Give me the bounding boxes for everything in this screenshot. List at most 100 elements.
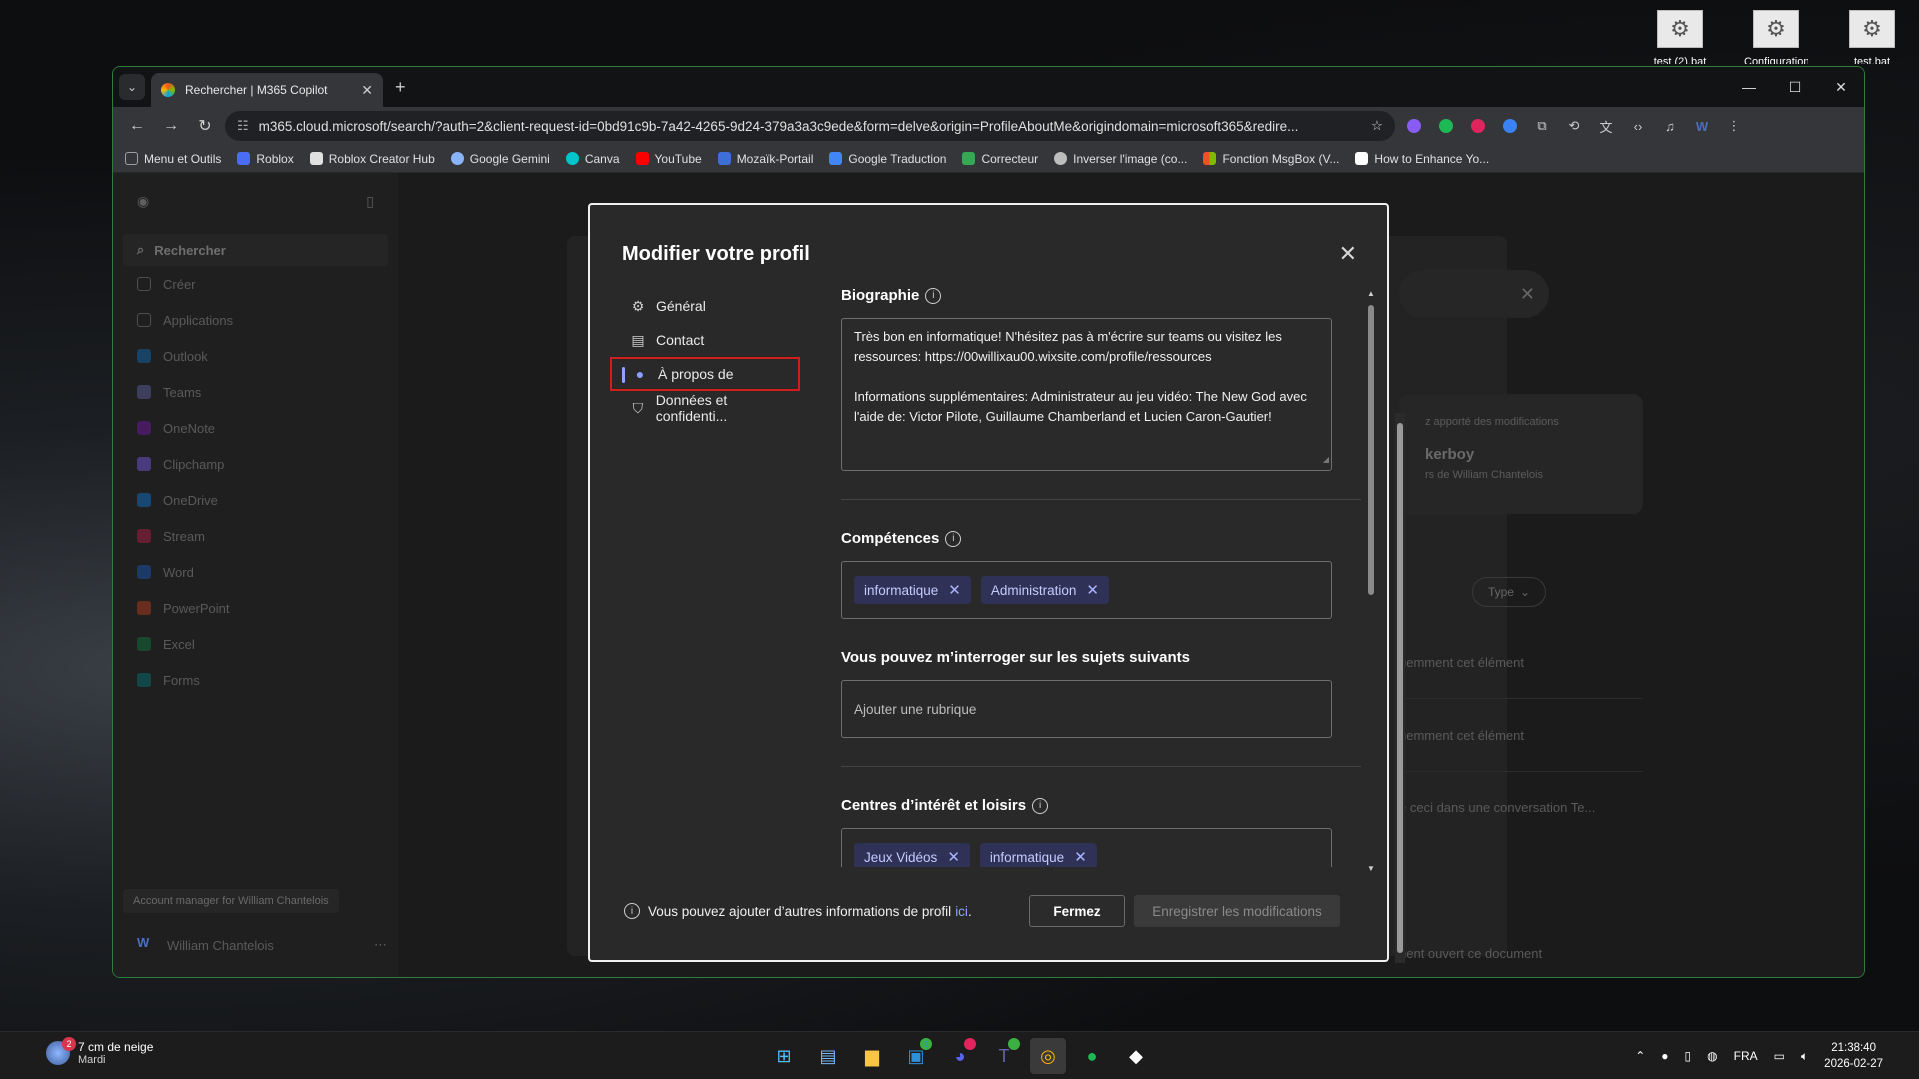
clock[interactable]: 21:38:40 2026-02-27 [1824,1040,1883,1072]
sidebar-header: ◉ ▯ [123,187,388,216]
roblox-icon[interactable]: ◆ [1118,1038,1154,1074]
topics-input[interactable]: Ajouter une rubrique [841,680,1332,738]
discord-icon[interactable]: ◕ [942,1038,978,1074]
scroll-up-icon[interactable]: ▲ [1367,289,1375,298]
interests-input[interactable]: Jeux Vidéos ✕ informatique ✕ [841,828,1332,867]
bookmark-star-icon[interactable]: ☆ [1371,118,1383,134]
skills-input[interactable]: informatique ✕ Administration ✕ [841,561,1332,619]
site-info-icon[interactable]: ☷ [237,118,249,134]
remove-tag-icon[interactable]: ✕ [1086,581,1099,599]
chrome-icon[interactable]: ◎ [1030,1038,1066,1074]
nav-general[interactable]: ⚙ Général [610,289,800,323]
reload-button[interactable]: ↻ [191,112,219,140]
tab-search-button[interactable]: ⌄ [119,74,145,100]
sidebar-item-forms[interactable]: Forms [123,662,388,698]
sidebar-item-word[interactable]: Word [123,554,388,590]
sidebar-item-onedrive[interactable]: OneDrive [123,482,388,518]
sidebar-item-search[interactable]: ⌕ Rechercher [123,234,388,266]
save-changes-button[interactable]: Enregistrer les modifications [1134,895,1340,927]
info-icon[interactable]: i [1032,797,1049,814]
desktop-icon-test-bat[interactable]: ⚙ test.bat [1840,10,1904,64]
biography-textarea[interactable]: Très bon en informatique! N'hésitez pas … [841,318,1332,471]
sidebar-item-clipchamp[interactable]: Clipchamp [123,446,388,482]
sidebar-item-onenote[interactable]: OneNote [123,410,388,446]
chevron-up-icon[interactable]: ⌃ [1635,1049,1645,1063]
bookmark-item[interactable]: Google Traduction [829,152,946,166]
address-bar[interactable]: ☷ m365.cloud.microsoft/search/?auth=2&cl… [225,111,1395,141]
more-info-link[interactable]: ici [955,904,968,919]
usb-icon[interactable]: ▯ [1685,1049,1692,1063]
sidebar-item-powerpoint[interactable]: PowerPoint [123,590,388,626]
extension-icon[interactable] [1401,113,1427,139]
bookmark-item[interactable]: Fonction MsgBox (V... [1203,152,1339,166]
new-tab-button[interactable]: + [395,77,406,98]
sidebar-item-excel[interactable]: Excel [123,626,388,662]
devtools-icon[interactable]: ‹› [1625,113,1651,139]
scrollbar-thumb[interactable] [1397,423,1403,953]
sidebar-item-apps[interactable]: Applications [123,302,388,338]
bookmark-item[interactable]: Google Gemini [450,152,550,166]
bookmark-item[interactable]: Correcteur [962,152,1038,166]
translate-icon[interactable]: 文 [1593,113,1619,139]
teams-icon[interactable]: T [986,1038,1022,1074]
nav-about[interactable]: ● À propos de [610,357,800,391]
tray-app-icon[interactable]: ● [1661,1049,1668,1063]
weather-widget[interactable]: 2 7 cm de neige Mardi [46,1037,153,1066]
extension-icon[interactable] [1497,113,1523,139]
bookmark-item[interactable]: Canva [565,152,620,166]
forward-button[interactable]: → [157,112,185,140]
extension-icon[interactable] [1433,113,1459,139]
display-icon[interactable]: ▭ [1774,1049,1785,1063]
extension-icon[interactable] [1465,113,1491,139]
page-scrollbar[interactable] [1395,413,1405,963]
app-icon[interactable]: ▣ 3 [898,1038,934,1074]
windows-start-icon[interactable]: ⊞ [766,1038,802,1074]
remove-tag-icon[interactable]: ✕ [948,581,961,599]
bookmark-item[interactable]: YouTube [635,152,702,166]
sidebar-item-create[interactable]: Créer [123,266,388,302]
bookmark-item[interactable]: Mozaïk-Portail [717,152,813,166]
dialog-scrollbar[interactable]: ▲ ▼ [1366,289,1376,873]
close-window-button[interactable]: ✕ [1818,67,1864,107]
info-icon[interactable]: i [925,287,942,304]
language-indicator[interactable]: FRA [1734,1049,1758,1063]
bookmark-item[interactable]: Roblox [237,152,294,166]
browser-tab[interactable]: Rechercher | M365 Copilot ✕ [151,73,383,107]
browser-menu-icon[interactable]: ⋮ [1721,113,1747,139]
profile-avatar[interactable]: W [1689,113,1715,139]
info-icon[interactable]: i [945,530,962,547]
desktop-icon-configuration[interactable]: ⚙ Configuration [1744,10,1808,64]
scrollbar-thumb[interactable] [1368,305,1374,595]
nav-privacy[interactable]: ⛉ Données et confidenti... [610,391,800,425]
volume-icon[interactable]: 🔈︎ [1801,1049,1808,1064]
remove-tag-icon[interactable]: ✕ [1074,848,1087,866]
nav-contact[interactable]: ▤ Contact [610,323,800,357]
interest-tag: informatique ✕ [979,843,1097,867]
collapse-sidebar-icon[interactable]: ▯ [366,193,374,210]
sidebar-item-outlook[interactable]: Outlook [123,338,388,374]
maximize-button[interactable]: ☐ [1772,67,1818,107]
spotify-icon[interactable]: ● [1074,1038,1110,1074]
bookmark-item[interactable]: How to Enhance Yo... [1355,152,1489,166]
account-button[interactable]: W William Chantelois ⋯ [137,935,387,955]
remove-tag-icon[interactable]: ✕ [947,848,960,866]
scroll-down-icon[interactable]: ▼ [1367,864,1375,873]
media-control-icon[interactable]: ♫ [1657,113,1683,139]
back-button[interactable]: ← [123,112,151,140]
close-button[interactable]: Fermez [1029,895,1125,927]
extensions-puzzle-icon[interactable]: ⧉ [1529,113,1555,139]
bookmark-item[interactable]: Inverser l'image (co... [1054,152,1187,166]
more-options-icon[interactable]: ⋯ [374,937,387,953]
file-explorer-icon[interactable]: ▆ [854,1038,890,1074]
minimize-button[interactable]: — [1726,67,1772,107]
bookmark-item[interactable]: Menu et Outils [125,152,221,166]
close-tab-icon[interactable]: ✕ [361,82,373,99]
close-dialog-icon[interactable]: ✕ [1339,241,1357,267]
history-icon[interactable]: ⟲ [1561,113,1587,139]
desktop-icon-test2-bat[interactable]: ⚙ test (2).bat [1648,10,1712,64]
sidebar-item-stream[interactable]: Stream [123,518,388,554]
sidebar-item-teams[interactable]: Teams [123,374,388,410]
notepad-icon[interactable]: ▤ [810,1038,846,1074]
bookmark-item[interactable]: Roblox Creator Hub [309,152,435,166]
network-icon[interactable]: ◍ [1707,1049,1717,1063]
